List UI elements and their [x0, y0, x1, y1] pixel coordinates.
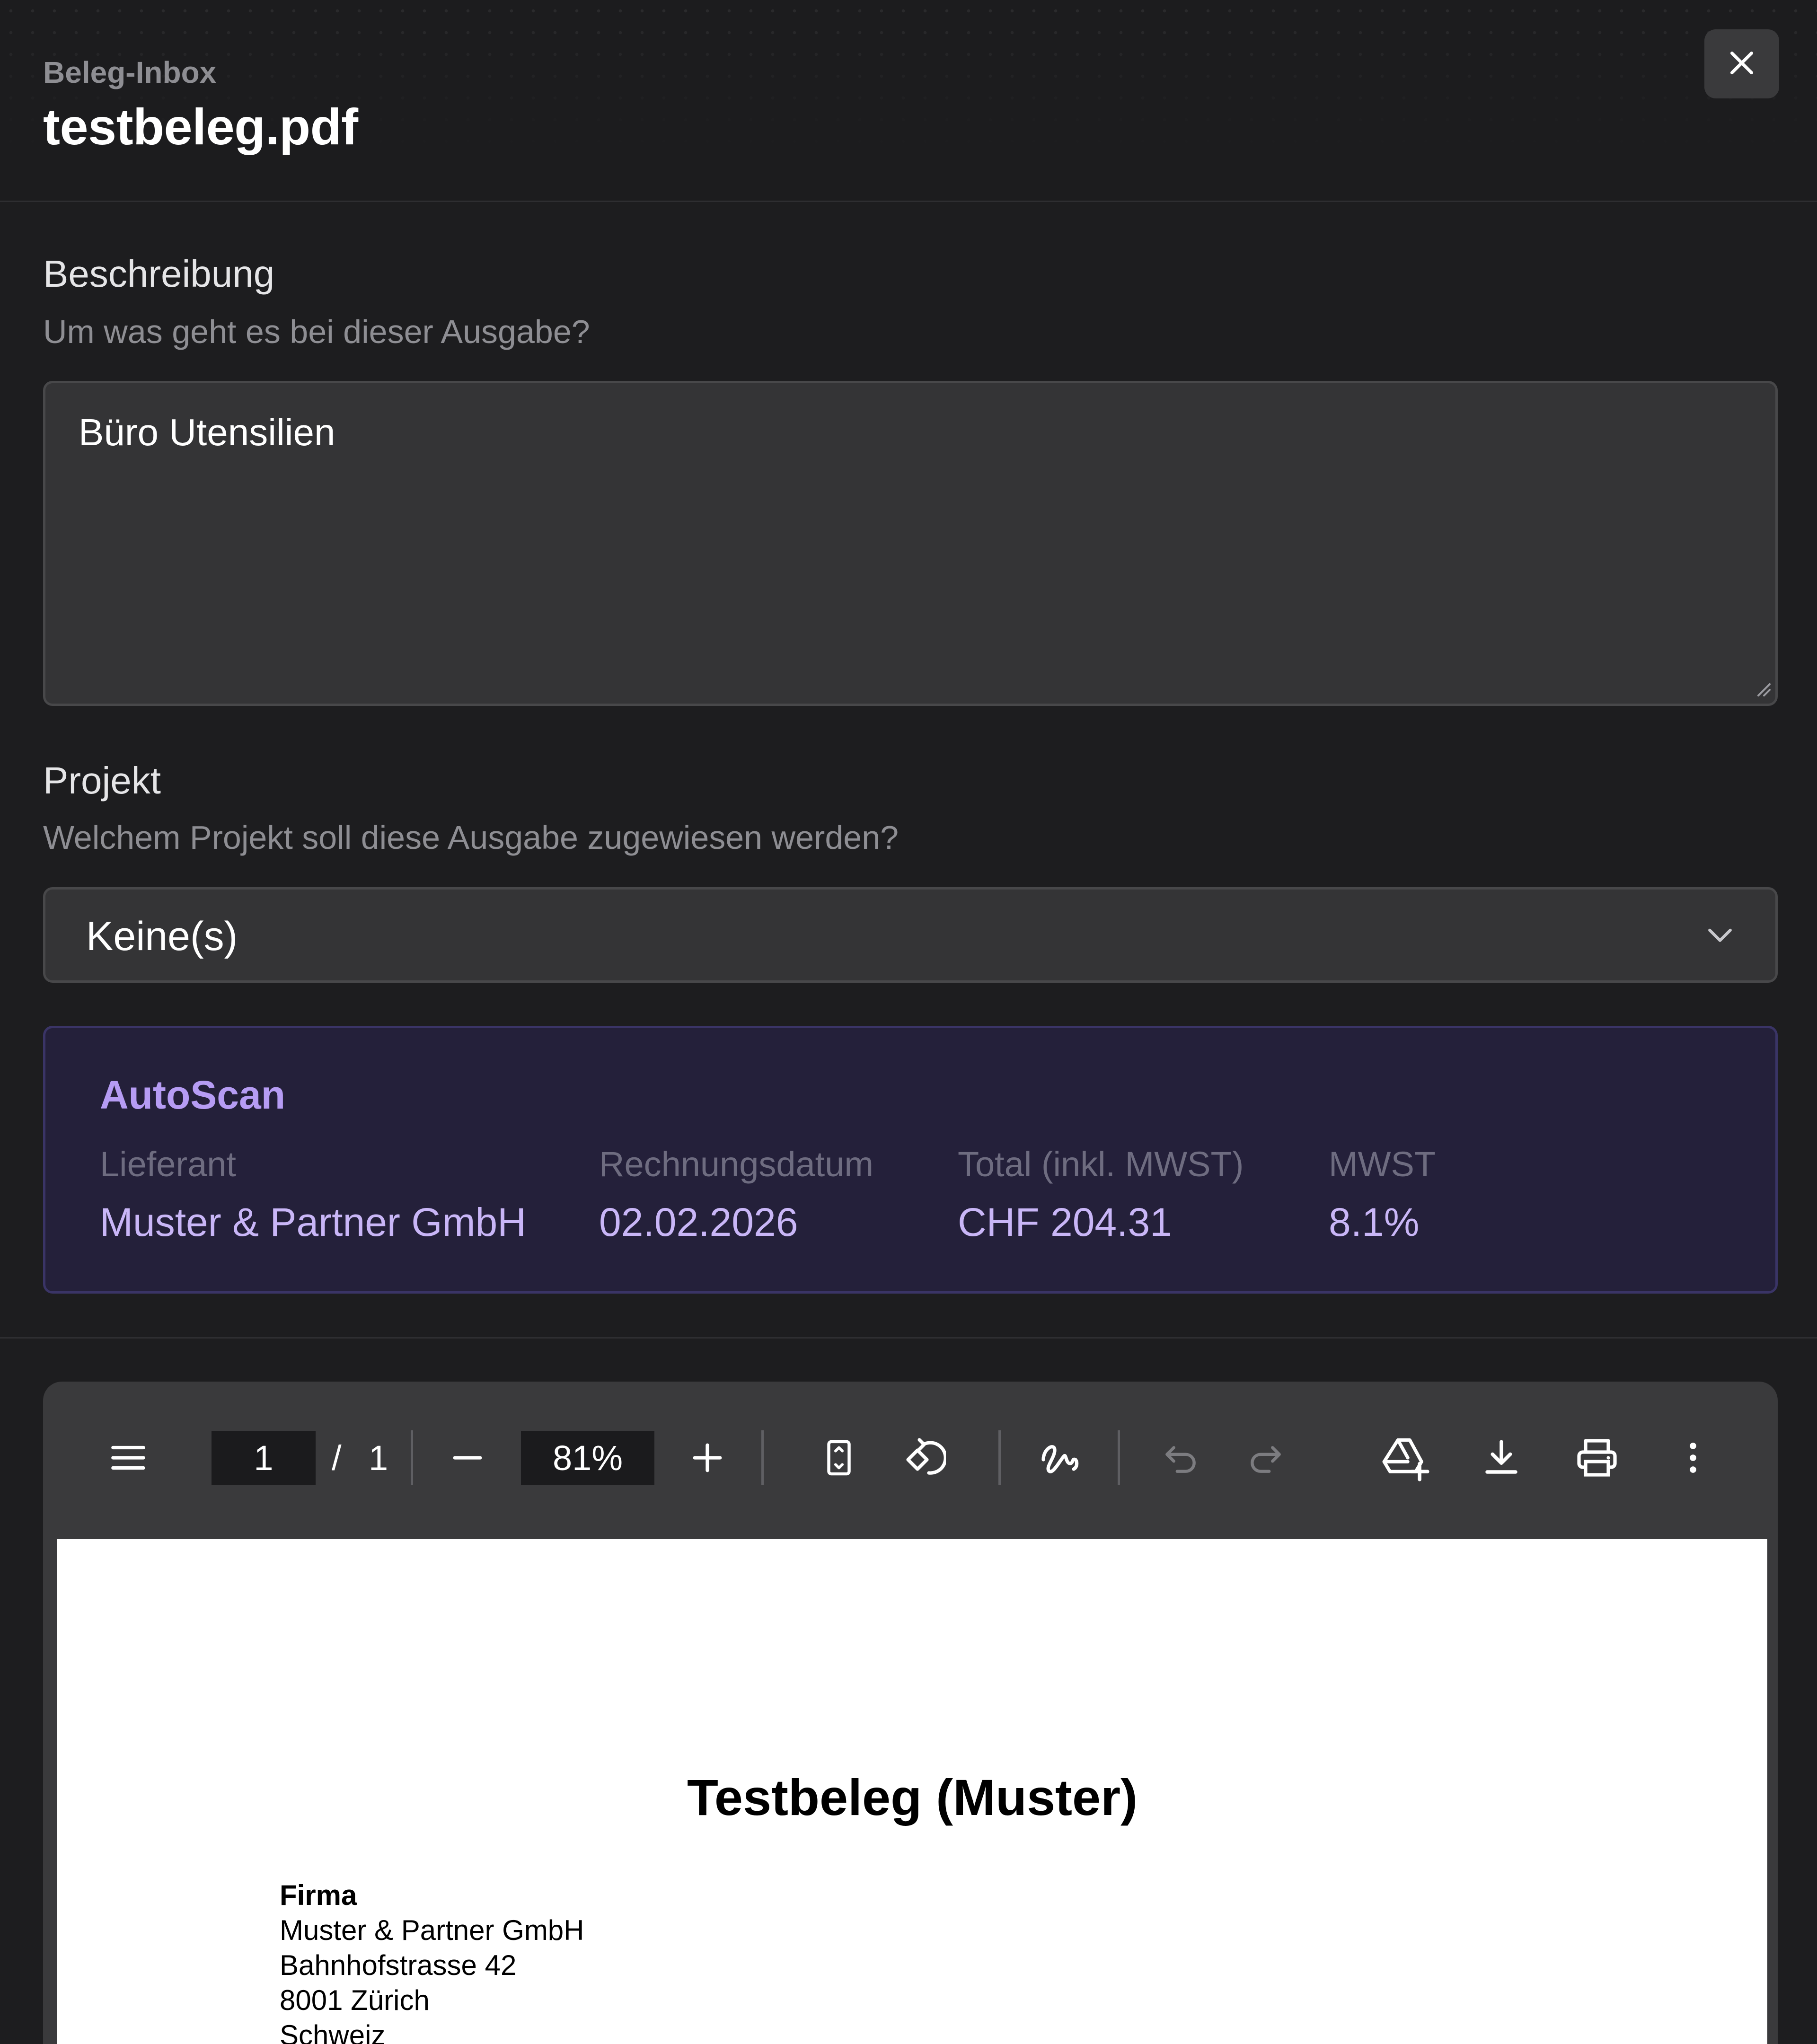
toolbar-separator [411, 1430, 413, 1485]
toolbar-separator [1118, 1430, 1120, 1485]
pdf-page: Testbeleg (Muster) Firma Muster & Partne… [57, 1539, 1767, 2044]
field-label: MWST [1329, 1145, 1436, 1184]
fit-page-icon[interactable] [815, 1434, 863, 1481]
zoom-in-icon[interactable] [684, 1434, 731, 1481]
page-title: testbeleg.pdf [43, 98, 358, 155]
close-button[interactable] [1704, 29, 1779, 98]
rotate-icon[interactable] [900, 1434, 947, 1481]
autoscan-field-total: Total (inkl. MWST) CHF 204.31 [958, 1144, 1244, 1245]
pdf-company-block: Firma Muster & Partner GmbH Bahnhofstras… [280, 1878, 584, 2044]
undo-icon[interactable] [1157, 1434, 1204, 1481]
close-icon [1727, 48, 1756, 80]
pdf-company-label: Firma [280, 1879, 357, 1911]
field-label: Rechnungsdatum [599, 1145, 874, 1184]
redo-icon[interactable] [1242, 1434, 1289, 1481]
pdf-company-line: Bahnhofstrasse 42 [280, 1949, 517, 1981]
project-label: Projekt [43, 759, 161, 802]
field-label: Total (inkl. MWST) [958, 1145, 1244, 1184]
description-help: Um was geht es bei dieser Ausgabe? [43, 313, 590, 350]
field-value: 02.02.2026 [599, 1200, 798, 1244]
drive-add-icon[interactable] [1382, 1434, 1429, 1481]
autoscan-field-vat: MWST 8.1% [1329, 1144, 1436, 1245]
description-value: Büro Utensilien [79, 411, 335, 453]
page-separator: / [332, 1438, 342, 1478]
zoom-level-input[interactable]: 81% [521, 1431, 654, 1485]
autoscan-field-invoice-date: Rechnungsdatum 02.02.2026 [599, 1144, 873, 1245]
autoscan-panel: AutoScan Lieferant Muster & Partner GmbH… [43, 1026, 1778, 1294]
section-divider [0, 1337, 1817, 1339]
menu-icon[interactable] [105, 1434, 152, 1481]
toolbar-separator [998, 1430, 1001, 1485]
print-icon[interactable] [1573, 1434, 1621, 1481]
toolbar-separator [761, 1430, 764, 1485]
field-value: 8.1% [1329, 1200, 1420, 1244]
page-number-input[interactable]: 1 [212, 1431, 316, 1485]
breadcrumb: Beleg-Inbox [43, 55, 217, 89]
more-icon[interactable] [1669, 1434, 1717, 1481]
resize-handle-icon[interactable] [1753, 678, 1772, 700]
pdf-company-line: Schweiz [280, 2019, 386, 2044]
download-icon[interactable] [1478, 1434, 1525, 1481]
field-label: Lieferant [100, 1145, 236, 1184]
description-textarea[interactable]: Büro Utensilien [43, 381, 1778, 706]
pdf-toolbar: 1 / 1 81% [43, 1382, 1778, 1533]
autoscan-title: AutoScan [100, 1073, 286, 1117]
project-select[interactable]: Keine(s) [43, 887, 1778, 983]
pdf-company-line: Muster & Partner GmbH [280, 1914, 584, 1946]
chevron-down-icon [1706, 926, 1734, 948]
field-value: CHF 204.31 [958, 1200, 1172, 1244]
project-selected-value: Keine(s) [86, 914, 238, 959]
pdf-viewer: 1 / 1 81% Testbeleg (Muster) Firma Muste… [43, 1382, 1778, 2044]
annotate-icon[interactable] [1037, 1434, 1084, 1481]
autoscan-field-supplier: Lieferant Muster & Partner GmbH [100, 1144, 526, 1245]
zoom-out-icon[interactable] [444, 1434, 491, 1481]
page-total: 1 [369, 1438, 388, 1478]
pdf-heading: Testbeleg (Muster) [687, 1769, 1138, 1826]
description-label: Beschreibung [43, 253, 275, 295]
project-help: Welchem Projekt soll diese Ausgabe zugew… [43, 819, 899, 856]
pdf-company-line: 8001 Zürich [280, 1984, 430, 2016]
field-value: Muster & Partner GmbH [100, 1200, 526, 1244]
